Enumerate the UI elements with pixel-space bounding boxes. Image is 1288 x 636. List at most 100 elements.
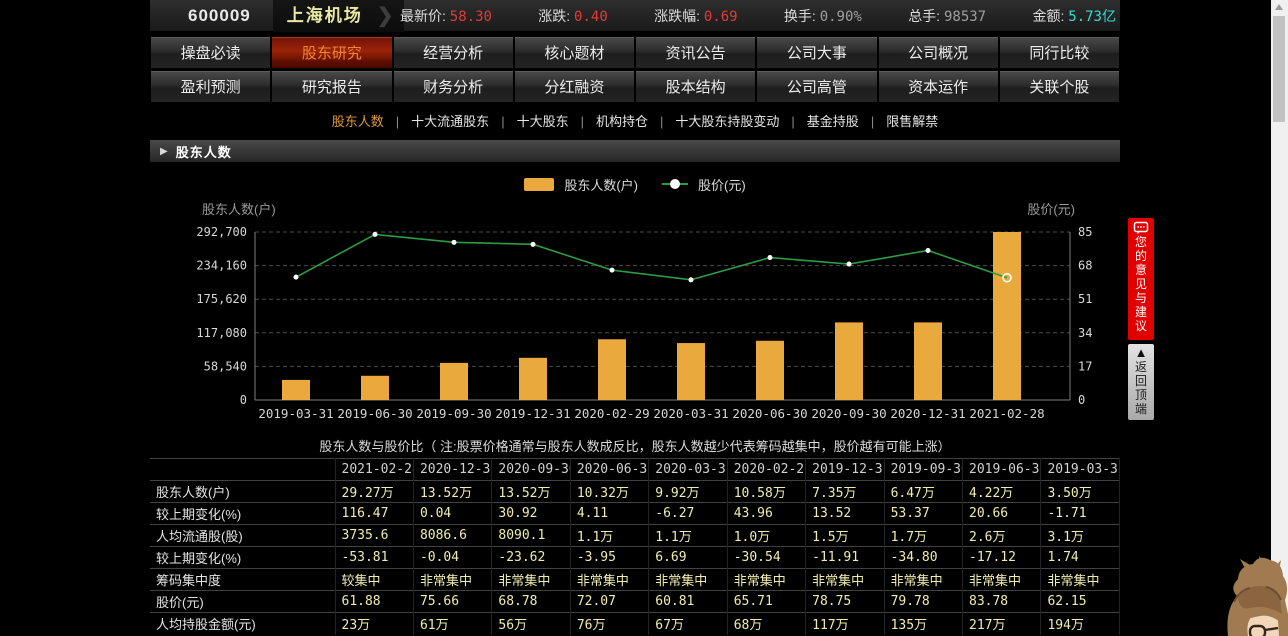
x-tick-label: 2020-02-29 bbox=[574, 406, 649, 421]
cell-value: 9.92万 bbox=[649, 481, 727, 503]
subnav-link[interactable]: 十大股东持股变动 bbox=[671, 114, 783, 129]
price-point[interactable] bbox=[926, 248, 931, 253]
subnav-link[interactable]: 股东人数 bbox=[328, 114, 388, 129]
price-point[interactable] bbox=[373, 232, 378, 237]
cell-value: 3735.6 bbox=[335, 525, 413, 547]
legend-bar-label: 股东人数(户) bbox=[564, 175, 638, 194]
table-row: 人均持股金额(元)23万61万56万76万67万68万117万135万217万1… bbox=[150, 613, 1120, 635]
cell-value: 0.04 bbox=[413, 503, 491, 525]
feedback-label: 您的意见与建议 bbox=[1134, 235, 1148, 333]
row-label: 较上期变化(%) bbox=[150, 547, 335, 569]
subnav-link[interactable]: 十大流通股东 bbox=[407, 114, 493, 129]
cell-value: 65.71 bbox=[727, 591, 805, 613]
chart-bar[interactable] bbox=[756, 341, 784, 400]
nav-tab[interactable]: 分红融资 bbox=[514, 70, 635, 103]
chart-bar[interactable] bbox=[677, 343, 705, 400]
nav-tab[interactable]: 盈利预测 bbox=[150, 70, 271, 103]
separator: | bbox=[388, 114, 407, 129]
nav-tab[interactable]: 股本结构 bbox=[635, 70, 756, 103]
subnav-link[interactable]: 十大股东 bbox=[513, 114, 573, 129]
axis-text: 51 bbox=[1078, 292, 1092, 306]
nav-tab[interactable]: 公司大事 bbox=[756, 36, 877, 69]
nav-tab[interactable]: 研究报告 bbox=[271, 70, 392, 103]
cell-value: 4.22万 bbox=[963, 481, 1041, 503]
nav-tab[interactable]: 资本运作 bbox=[878, 70, 999, 103]
subnav-link[interactable]: 限售解禁 bbox=[882, 114, 942, 129]
cell-value: 1.1万 bbox=[570, 525, 648, 547]
chart-bar[interactable] bbox=[835, 322, 863, 400]
stock-name-badge[interactable]: 上海机场 ❯ bbox=[273, 0, 404, 32]
nav-tab[interactable]: 同行比较 bbox=[999, 36, 1120, 69]
cell-value: 67万 bbox=[649, 613, 727, 635]
column-header: 2020-09-30 bbox=[492, 459, 570, 481]
nav-tab[interactable]: 公司高管 bbox=[756, 70, 877, 103]
axis-text: 34 bbox=[1078, 326, 1092, 340]
axis-text: 234,160 bbox=[196, 259, 247, 273]
price-point[interactable] bbox=[294, 275, 299, 280]
scrollbar-track[interactable] bbox=[1271, 0, 1288, 636]
nav-tab[interactable]: 财务分析 bbox=[393, 70, 514, 103]
nav-tab[interactable]: 操盘必读 bbox=[150, 36, 271, 69]
chart-note: 股东人数与股价比（ 注:股票价格通常与股东人数成反比，股东人数越少代表筹码越集中… bbox=[150, 436, 1120, 455]
anime-mascot bbox=[1226, 556, 1288, 636]
price-point[interactable] bbox=[847, 262, 852, 267]
cell-value: 10.58万 bbox=[727, 481, 805, 503]
cell-value: 43.96 bbox=[727, 503, 805, 525]
price-point[interactable] bbox=[452, 240, 457, 245]
nav-tab[interactable]: 资讯公告 bbox=[635, 36, 756, 69]
cell-value: 13.52 bbox=[806, 503, 884, 525]
stock-name: 上海机场 bbox=[287, 0, 363, 32]
cell-value: 非常集中 bbox=[413, 569, 491, 591]
cell-value: 较集中 bbox=[335, 569, 413, 591]
nav-tab[interactable]: 核心题材 bbox=[514, 36, 635, 69]
feedback-button[interactable]: 您的意见与建议 bbox=[1128, 218, 1154, 340]
cell-value: 217万 bbox=[963, 613, 1041, 635]
price-point[interactable] bbox=[531, 242, 536, 247]
chart-bar[interactable] bbox=[519, 358, 547, 400]
chart-bar[interactable] bbox=[598, 339, 626, 400]
price-point[interactable] bbox=[768, 255, 773, 260]
price-point[interactable] bbox=[610, 268, 615, 273]
chart-bar[interactable] bbox=[361, 376, 389, 400]
quote-field: 最新价: 58.30 bbox=[400, 6, 492, 26]
column-header: 2019-06-30 bbox=[963, 459, 1041, 481]
row-label: 股价(元) bbox=[150, 591, 335, 613]
nav-tab[interactable]: 股东研究 bbox=[271, 36, 392, 69]
legend-bar-swatch bbox=[524, 178, 554, 191]
cell-value: 7.35万 bbox=[806, 481, 884, 503]
cell-value: 非常集中 bbox=[570, 569, 648, 591]
chart-bar[interactable] bbox=[282, 380, 310, 400]
main-content: 600009 上海机场 ❯ 最新价: 58.30涨跌: 0.40涨跌幅: 0.6… bbox=[150, 0, 1120, 636]
nav-tab[interactable]: 公司概况 bbox=[878, 36, 999, 69]
scrollbar-up-arrow-icon[interactable] bbox=[1275, 4, 1283, 10]
nav-tab[interactable]: 关联个股 bbox=[999, 70, 1120, 103]
axis-text: 292,700 bbox=[196, 225, 247, 239]
triangle-right-icon: ▶ bbox=[160, 146, 168, 157]
nav-tab[interactable]: 经营分析 bbox=[393, 36, 514, 69]
cell-value: 30.92 bbox=[492, 503, 570, 525]
legend-line-label: 股价(元) bbox=[698, 175, 746, 194]
chart-bar[interactable] bbox=[914, 322, 942, 400]
cell-value: 20.66 bbox=[963, 503, 1041, 525]
price-point[interactable] bbox=[689, 277, 694, 282]
cell-value: 117万 bbox=[806, 613, 884, 635]
chart-legend: 股东人数(户) 股价(元) bbox=[150, 175, 1120, 193]
cell-value: 68.78 bbox=[492, 591, 570, 613]
scrollbar-thumb[interactable] bbox=[1273, 16, 1285, 122]
cell-value: 62.15 bbox=[1041, 591, 1120, 613]
quote-field-value: 98537 bbox=[944, 9, 986, 25]
cell-value: 2.6万 bbox=[963, 525, 1041, 547]
separator: | bbox=[863, 114, 882, 129]
subnav-link[interactable]: 基金持股 bbox=[803, 114, 863, 129]
subnav-link[interactable]: 机构持仓 bbox=[592, 114, 652, 129]
stock-quote-bar: 600009 上海机场 ❯ 最新价: 58.30涨跌: 0.40涨跌幅: 0.6… bbox=[150, 0, 1120, 32]
back-to-top-button[interactable]: ▲ 返回顶端 bbox=[1128, 344, 1154, 420]
chart-bar[interactable] bbox=[993, 232, 1021, 400]
column-header: 2020-12-31 bbox=[413, 459, 491, 481]
axis-text: 117,080 bbox=[196, 326, 247, 340]
stock-code: 600009 bbox=[188, 6, 251, 26]
cell-value: 56万 bbox=[492, 613, 570, 635]
cell-value: 8086.6 bbox=[413, 525, 491, 547]
chart-bar[interactable] bbox=[440, 363, 468, 400]
cell-value: 76万 bbox=[570, 613, 648, 635]
